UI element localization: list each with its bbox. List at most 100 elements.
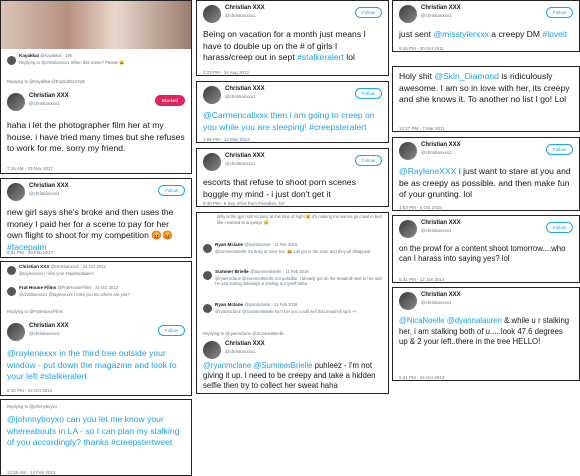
avatar[interactable] bbox=[399, 292, 417, 310]
tweet-card-creepy-dm: Christian XXX @christianxxx1 Follow just… bbox=[392, 0, 580, 52]
avatar[interactable] bbox=[203, 271, 212, 280]
author-handle: @christianxxx1 bbox=[29, 101, 60, 106]
tweet-timestamp: 5:41 PM - 12 Jan 2014 bbox=[399, 277, 445, 282]
thread-author-handle: @SummerBrielle · 11 Feb 2016 bbox=[249, 269, 309, 274]
avatar[interactable] bbox=[399, 5, 417, 23]
thread-text: Why is the gym still so busy at this tim… bbox=[217, 214, 382, 225]
follow-button[interactable]: Follow bbox=[354, 88, 382, 99]
mention-link[interactable]: @ryanmclane @SummerBrielle bbox=[203, 361, 312, 370]
tweet-timestamp: 9:45 PM - 20 Oct 2011 bbox=[399, 46, 444, 51]
blocked-button[interactable]: Blocked bbox=[154, 95, 185, 106]
author-handle: @christianxxx1 bbox=[225, 349, 256, 354]
avatar[interactable] bbox=[7, 287, 16, 296]
author-handle: @christianxxx1 bbox=[29, 331, 60, 336]
author-name: Christian XXX bbox=[225, 86, 265, 92]
hashtag-link[interactable]: #stalkeralert bbox=[40, 371, 87, 381]
tweet-text: @raylenexxx in the third tree outside yo… bbox=[1, 348, 191, 383]
tweet-text-body: Holy shit bbox=[399, 71, 435, 81]
replying-to: Replying to @christianxxx1 bbox=[19, 60, 70, 65]
tweet-card-vacation: Christian XXX @christianxxx1 Follow Bein… bbox=[196, 0, 389, 76]
follow-button[interactable]: Follow bbox=[545, 144, 573, 155]
reply-user-name: Kayakkai bbox=[19, 53, 39, 58]
follow-button[interactable]: Follow bbox=[545, 7, 573, 18]
hashtag-link[interactable]: #loveit bbox=[542, 29, 567, 39]
thread-text: @christianxxx1 @taylenexxx I miss you to… bbox=[19, 292, 130, 297]
avatar[interactable] bbox=[203, 5, 221, 23]
hashtag-link[interactable]: #stalkeralert bbox=[297, 52, 344, 62]
author-handle: @christianxxx1 bbox=[421, 13, 452, 18]
tweet-timestamp: 5:41 PM - 24 Oct 2013 bbox=[399, 375, 445, 380]
tweet-timestamp: 2:23 PM - 24 Aug 2012 bbox=[203, 70, 250, 75]
tweet-card-new-girl: Christian XXX @christianxxx1 Follow new … bbox=[0, 178, 192, 258]
avatar[interactable] bbox=[7, 323, 25, 341]
author-handle: @christianxxx1 bbox=[225, 94, 256, 99]
thread-author-handle: @ryanmclane · 12 Feb 2016 bbox=[244, 302, 298, 307]
tweet-timestamp: 1:53 PM - 4 Oct 2016 bbox=[399, 205, 442, 210]
avatar[interactable] bbox=[203, 304, 212, 313]
thread-author-name: Ryan Mclane bbox=[215, 242, 244, 247]
reply-text: When this scene? Please 😩 bbox=[70, 60, 125, 65]
follow-button[interactable]: Follow bbox=[157, 185, 185, 196]
author-handle: @christianxxx1 bbox=[421, 300, 452, 305]
author-name: Christian XXX bbox=[29, 93, 69, 99]
avatar[interactable] bbox=[7, 93, 25, 111]
author-name: Christian XXX bbox=[421, 220, 461, 226]
mention-link[interactable]: @Skin_Diamond bbox=[434, 71, 499, 81]
avatar[interactable] bbox=[203, 86, 221, 104]
author-name: Christian XXX bbox=[225, 5, 265, 11]
mention-link[interactable]: @NicaNoelle bbox=[399, 316, 445, 325]
tweet-card-skin-diamond: Holy shit @Skin_Diamond is ridiculously … bbox=[392, 66, 580, 132]
thread-author-name: Christian XXX bbox=[19, 264, 50, 269]
tweet-photo bbox=[1, 1, 191, 49]
hashtag-link[interactable]: #creepsteralert bbox=[309, 122, 366, 132]
author-name: Christian XXX bbox=[29, 323, 69, 329]
tweet-timestamp: 8:10 PM - 24 Oct 2012 bbox=[7, 388, 53, 393]
mention-link[interactable]: @misstylerxxx bbox=[433, 29, 489, 39]
tweet-text: @RayleneXXX i just want to stare at you … bbox=[393, 166, 579, 201]
reply-handle: @Kayakkai · 19h bbox=[40, 53, 73, 58]
follow-button[interactable]: Follow bbox=[354, 155, 382, 166]
avatar[interactable] bbox=[399, 220, 417, 238]
thread-text: @SummerBrielle it's busy at mine too. 😂 … bbox=[215, 249, 371, 254]
follow-button[interactable]: Follow bbox=[354, 7, 382, 18]
avatar[interactable] bbox=[7, 56, 16, 65]
avatar[interactable] bbox=[7, 183, 25, 201]
author-handle: @christianxxx1 bbox=[225, 13, 256, 18]
follow-button[interactable]: Follow bbox=[157, 325, 185, 336]
avatar[interactable] bbox=[7, 266, 16, 275]
tweet-card-gym: Why is the gym still so busy at this tim… bbox=[196, 212, 389, 394]
thread-author-handle: @christianxxx1 · 24 Oct 2012 bbox=[50, 264, 106, 269]
replying-to: Replying to @Kayakkai @ExplicitNoXXyB bbox=[7, 79, 85, 84]
tweet-text-middle: a creepy DM bbox=[488, 29, 543, 39]
mention-link[interactable]: @RayleneXXX bbox=[399, 166, 456, 176]
thread-author-name: Summer Brielle bbox=[215, 269, 249, 274]
tweet-text: escorts that refuse to shoot porn scenes… bbox=[203, 177, 356, 199]
tweet-text-body: new girl says she's broke and then uses … bbox=[7, 207, 174, 241]
mention-link[interactable]: @dyannalauren bbox=[447, 316, 502, 325]
thread-author-handle: @ryanmclane · 11 Feb 2016 bbox=[244, 242, 298, 247]
follow-button[interactable]: Follow bbox=[545, 222, 573, 233]
author-name: Christian XXX bbox=[421, 142, 461, 148]
avatar[interactable] bbox=[203, 153, 221, 171]
thread-text: @taylenexxx I miss you! #sparkedtween bbox=[19, 271, 94, 276]
author-handle: @christianxxx1 bbox=[421, 150, 452, 155]
author-handle: @christianxxx1 bbox=[421, 228, 452, 233]
tweet-card-carmen: Christian XXX @christianxxx1 Follow @Car… bbox=[196, 81, 389, 143]
tweet-text-body[interactable]: @raylenexxx in the third tree outside yo… bbox=[7, 348, 177, 381]
avatar[interactable] bbox=[203, 341, 221, 359]
hashtag-link[interactable]: #creepstertweet bbox=[111, 437, 172, 447]
tweet-card-whereabouts: Replying to @johnnyboyxo @johnnyboyxo ca… bbox=[0, 399, 192, 476]
author-handle: @christianxxx1 bbox=[225, 161, 256, 166]
author-name: Christian XXX bbox=[421, 292, 461, 298]
tweet-card-photographer: Kayakkai @Kayakkai · 19h Replying to @ch… bbox=[0, 0, 192, 174]
tweet-text: haha i let the photographer film her at … bbox=[7, 120, 185, 154]
avatar[interactable] bbox=[399, 142, 417, 160]
author-name: Christian XXX bbox=[225, 153, 265, 159]
tweet-timestamp: 7:16 AM - 19 Nov 2017 bbox=[7, 166, 54, 171]
tweet-card-raylene: Christian XXX @christianxxx1 Follow @Ray… bbox=[392, 137, 580, 211]
avatar[interactable] bbox=[203, 244, 212, 253]
replying-to: Replying to @johnnyboyxo bbox=[7, 404, 57, 409]
thread-author-handle: @FratHouseFilms · 24 Oct 2012 bbox=[57, 285, 118, 290]
thread-text: @ryanmclane @SummerBrielle not possible.… bbox=[215, 276, 382, 287]
thread-text: @ryanmclane @SummerBrielle ha! I bet you… bbox=[215, 309, 357, 314]
